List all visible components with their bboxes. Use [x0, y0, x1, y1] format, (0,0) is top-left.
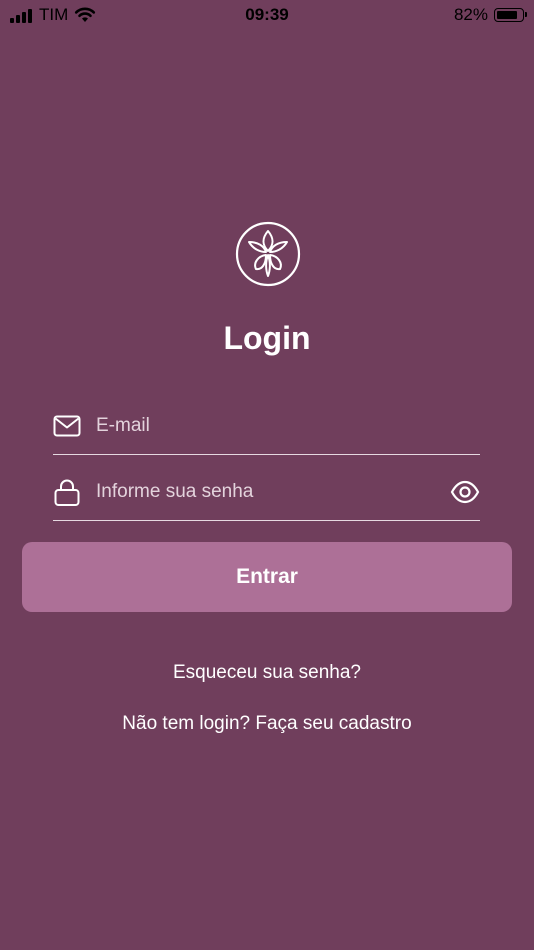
password-field-group: [53, 464, 480, 521]
signup-link[interactable]: Não tem login? Faça seu cadastro: [0, 713, 534, 735]
status-bar: TIM 09:39 82%: [0, 0, 534, 30]
forgot-password-link[interactable]: Esqueceu sua senha?: [0, 662, 534, 684]
page-title: Login: [223, 320, 311, 356]
flower-logo-icon: [235, 221, 301, 287]
mail-icon: [53, 415, 81, 437]
status-right: 82%: [453, 5, 527, 25]
password-input[interactable]: [96, 476, 436, 508]
email-input[interactable]: [96, 410, 436, 442]
battery-icon: [494, 8, 527, 22]
enter-button[interactable]: Entrar: [22, 542, 512, 612]
lock-icon: [54, 479, 80, 506]
battery-percentage: 82%: [453, 5, 488, 24]
eye-icon[interactable]: [450, 478, 480, 506]
email-field-group: [53, 398, 480, 455]
